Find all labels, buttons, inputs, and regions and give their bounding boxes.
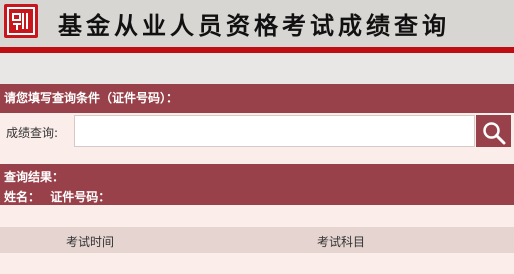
id-number-label: 证件号码： — [50, 190, 111, 204]
results-section-title: 查询结果： — [4, 170, 65, 184]
search-label: 成绩查询: — [6, 126, 59, 140]
search-row: 成绩查询: — [0, 113, 514, 152]
query-section-title: 请您填写查询条件（证件号码）： — [0, 84, 514, 113]
spacer-band — [0, 53, 514, 84]
magnifier-icon — [482, 121, 505, 144]
results-info-line: 姓名： 证件号码： — [4, 188, 112, 205]
page-title: 基金从业人员资格考试成绩查询 — [58, 11, 450, 40]
search-button[interactable] — [476, 115, 511, 147]
page-header: 基金从业人员资格考试成绩查询 — [0, 0, 514, 47]
name-label: 姓名： — [4, 190, 41, 204]
results-table-header: 考试时间 考试科目 — [0, 227, 514, 253]
results-section: 查询结果： 姓名： 证件号码： — [0, 164, 514, 205]
red-seal-logo-icon — [4, 4, 38, 38]
column-header-exam-time: 考试时间 — [66, 235, 115, 249]
search-input[interactable] — [74, 115, 475, 147]
column-header-exam-subject: 考试科目 — [317, 235, 366, 249]
